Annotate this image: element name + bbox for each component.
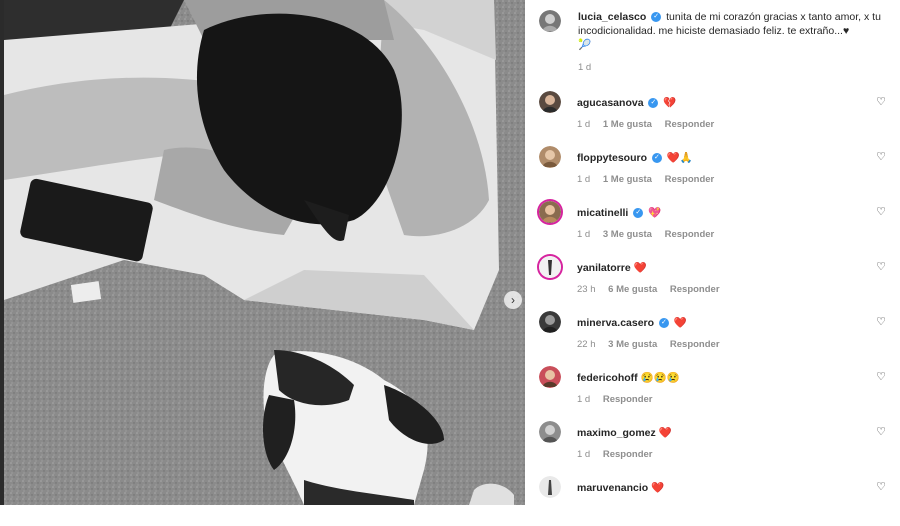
verified-badge-icon: ✓ — [648, 98, 659, 109]
comment-time[interactable]: 1 d — [577, 174, 590, 185]
comment-line: maximo_gomez ❤️ — [577, 426, 672, 439]
tennis-ball-emoji: 🎾 — [578, 39, 592, 51]
comment-line: floppytesouro ✓ ❤️🙏 — [577, 151, 693, 164]
commenter-username[interactable]: micatinelli — [577, 207, 628, 219]
post-time[interactable]: 1 d — [578, 62, 591, 73]
comment-item: maximo_gomez ❤️ 1 d Responder ♡ — [539, 421, 899, 471]
beach-photo-illustration — [4, 0, 525, 505]
comment-text: 😢😢😢 — [640, 372, 680, 384]
commenter-username[interactable]: floppytesouro — [577, 152, 647, 164]
comment-likes[interactable]: 1 Me gusta — [603, 119, 652, 130]
heart-outline-icon[interactable]: ♡ — [875, 371, 887, 383]
comments-panel: lucia_celasco ✓ tunita de mi corazón gra… — [525, 0, 900, 505]
verified-badge-icon: ✓ — [633, 208, 644, 219]
comment-meta: 23 h 6 Me gusta Responder — [577, 284, 730, 295]
comment-line: agucasanova ✓ 💔 — [577, 96, 676, 109]
commenter-username[interactable]: yanilatorre — [577, 262, 631, 274]
comment-text: ❤️ — [633, 262, 647, 274]
heart-outline-icon[interactable]: ♡ — [875, 316, 887, 328]
commenter-avatar[interactable] — [539, 421, 561, 443]
comment-meta: 1 d 3 Me gusta Responder — [577, 229, 724, 240]
post-modal: › lucia_celasco ✓ tunita de mi corazón g… — [0, 0, 900, 505]
commenter-username[interactable]: federicohoff — [577, 372, 638, 384]
post-caption: lucia_celasco ✓ tunita de mi corazón gra… — [539, 10, 884, 52]
comment-time[interactable]: 23 h — [577, 284, 596, 295]
author-username[interactable]: lucia_celasco — [578, 11, 646, 23]
chevron-right-icon: › — [511, 293, 515, 307]
comment-item: yanilatorre ❤️ 23 h 6 Me gusta Responder… — [539, 256, 899, 306]
comment-time[interactable]: 1 d — [577, 394, 590, 405]
comment-item: agucasanova ✓ 💔 1 d 1 Me gusta Responder… — [539, 91, 899, 141]
comment-line: maruvenancio ❤️ — [577, 481, 664, 494]
comment-meta: 1 d 1 Me gusta Responder — [577, 174, 724, 185]
commenter-avatar[interactable] — [539, 476, 561, 498]
comment-meta: 1 d Responder — [577, 449, 662, 460]
comment-item: maruvenancio ❤️ ♡ — [539, 476, 899, 526]
verified-badge-icon: ✓ — [651, 12, 662, 23]
commenter-username[interactable]: minerva.casero — [577, 317, 654, 329]
reply-button[interactable]: Responder — [670, 339, 720, 350]
comment-time[interactable]: 22 h — [577, 339, 596, 350]
comment-text: 💖 — [648, 207, 662, 219]
heart-outline-icon[interactable]: ♡ — [875, 261, 887, 273]
verified-badge-icon: ✓ — [651, 153, 662, 164]
comment-item: micatinelli ✓ 💖 1 d 3 Me gusta Responder… — [539, 201, 899, 251]
comment-text: ❤️ — [673, 317, 687, 329]
reply-button[interactable]: Responder — [665, 229, 715, 240]
comment-item: floppytesouro ✓ ❤️🙏 1 d 1 Me gusta Respo… — [539, 146, 899, 196]
commenter-avatar[interactable] — [539, 311, 561, 333]
comment-time[interactable]: 1 d — [577, 229, 590, 240]
comment-meta: 1 d 1 Me gusta Responder — [577, 119, 724, 130]
comment-line: federicohoff 😢😢😢 — [577, 371, 680, 384]
commenter-username[interactable]: maruvenancio — [577, 482, 648, 494]
comment-meta: 1 d Responder — [577, 394, 662, 405]
reply-button[interactable]: Responder — [665, 119, 715, 130]
reply-button[interactable]: Responder — [670, 284, 720, 295]
commenter-avatar[interactable] — [539, 91, 561, 113]
heart-outline-icon[interactable]: ♡ — [875, 151, 887, 163]
comment-line: yanilatorre ❤️ — [577, 261, 647, 274]
comment-text: ❤️ — [651, 482, 665, 494]
heart-outline-icon[interactable]: ♡ — [875, 206, 887, 218]
reply-button[interactable]: Responder — [665, 174, 715, 185]
comment-likes[interactable]: 6 Me gusta — [608, 284, 657, 295]
comment-text: ❤️🙏 — [666, 152, 693, 164]
heart-outline-icon[interactable]: ♡ — [875, 481, 887, 493]
heart-outline-icon[interactable]: ♡ — [875, 96, 887, 108]
reply-button[interactable]: Responder — [603, 394, 653, 405]
comment-item: minerva.casero ✓ ❤️ 22 h 3 Me gusta Resp… — [539, 311, 899, 361]
verified-badge-icon: ✓ — [658, 318, 669, 329]
commenter-avatar[interactable] — [539, 366, 561, 388]
post-photo[interactable]: › — [4, 0, 525, 505]
commenter-username[interactable]: maximo_gomez — [577, 427, 656, 439]
comment-text: 💔 — [663, 97, 677, 109]
heart-outline-icon[interactable]: ♡ — [875, 426, 887, 438]
carousel-next-button[interactable]: › — [504, 291, 522, 309]
comment-time[interactable]: 1 d — [577, 119, 590, 130]
author-avatar[interactable] — [539, 10, 561, 32]
commenter-avatar[interactable] — [539, 256, 561, 278]
commenter-avatar[interactable] — [539, 146, 561, 168]
caption-text-block: lucia_celasco ✓ tunita de mi corazón gra… — [578, 10, 884, 52]
comment-likes[interactable]: 3 Me gusta — [603, 229, 652, 240]
comment-meta: 22 h 3 Me gusta Responder — [577, 339, 730, 350]
comment-likes[interactable]: 3 Me gusta — [608, 339, 657, 350]
comment-likes[interactable]: 1 Me gusta — [603, 174, 652, 185]
commenter-username[interactable]: agucasanova — [577, 97, 644, 109]
comment-item: federicohoff 😢😢😢 1 d Responder ♡ — [539, 366, 899, 416]
comment-line: minerva.casero ✓ ❤️ — [577, 316, 687, 329]
comment-text: ❤️ — [658, 427, 672, 439]
commenter-avatar[interactable] — [539, 201, 561, 223]
reply-button[interactable]: Responder — [603, 449, 653, 460]
comment-time[interactable]: 1 d — [577, 449, 590, 460]
comment-line: micatinelli ✓ 💖 — [577, 206, 661, 219]
